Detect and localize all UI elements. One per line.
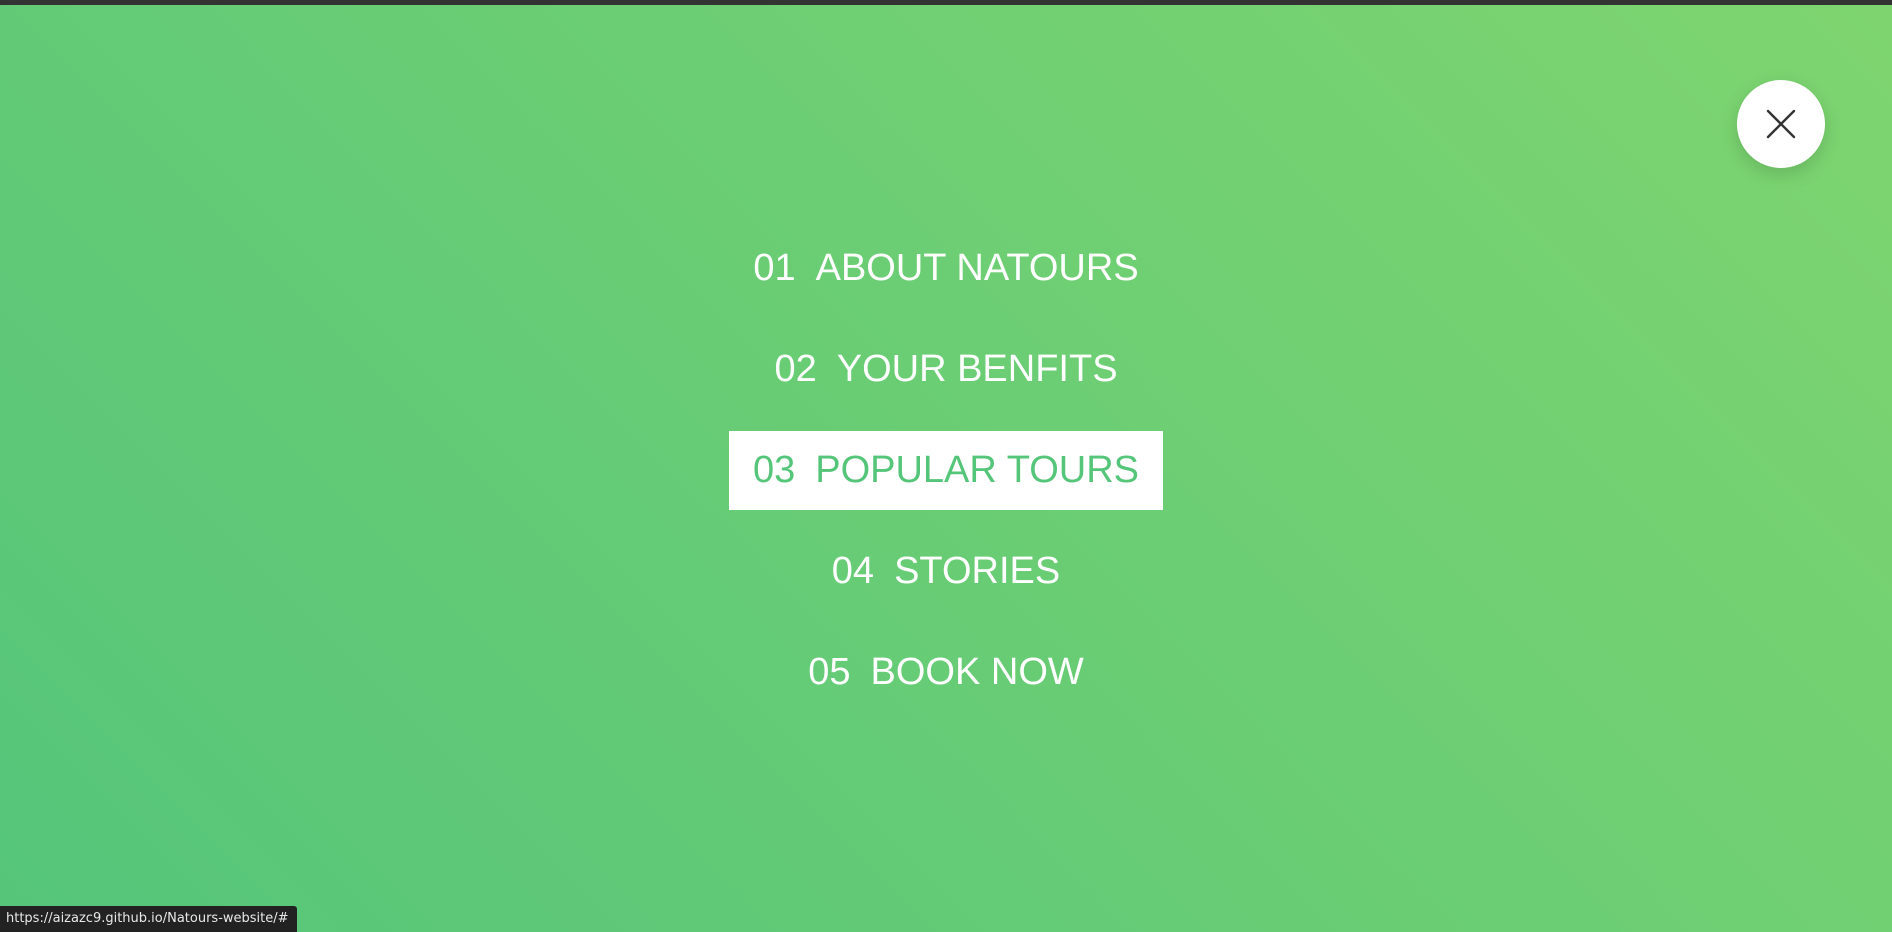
nav-label: BOOK NOW	[870, 651, 1084, 693]
nav-link-stories[interactable]: 04 STORIES	[808, 536, 1084, 607]
nav-item-benefits: 02 YOUR BENFITS	[0, 319, 1892, 420]
nav-label: ABOUT NATOURS	[815, 247, 1139, 289]
close-navigation-button[interactable]	[1737, 80, 1825, 168]
nav-item-tours: 03 POPULAR TOURS	[0, 420, 1892, 521]
nav-link-book-now[interactable]: 05 BOOK NOW	[784, 637, 1108, 708]
nav-link-your-benefits[interactable]: 02 YOUR BENFITS	[750, 334, 1141, 405]
nav-number: 05	[808, 651, 851, 693]
status-bar-url: https://aizazc9.github.io/Natours-websit…	[0, 906, 297, 932]
nav-item-about: 01 ABOUT NATOURS	[0, 218, 1892, 319]
close-icon	[1766, 109, 1796, 139]
nav-number: 04	[831, 550, 875, 592]
navigation-menu: 01 ABOUT NATOURS 02 YOUR BENFITS 03 POPULAR…	[0, 218, 1892, 723]
nav-label: POPULAR TOURS	[815, 449, 1140, 491]
nav-number: 03	[752, 449, 796, 491]
nav-item-book: 05 BOOK NOW	[0, 622, 1892, 723]
nav-item-stories: 04 STORIES	[0, 521, 1892, 622]
nav-number: 01	[753, 247, 796, 289]
nav-label: YOUR BENFITS	[836, 348, 1118, 390]
nav-link-popular-tours[interactable]: 03 POPULAR TOURS	[728, 431, 1164, 510]
browser-top-bar	[0, 0, 1892, 5]
nav-number: 02	[774, 348, 817, 390]
nav-link-about-natours[interactable]: 01 ABOUT NATOURS	[729, 233, 1162, 304]
nav-label: STORIES	[894, 550, 1061, 592]
